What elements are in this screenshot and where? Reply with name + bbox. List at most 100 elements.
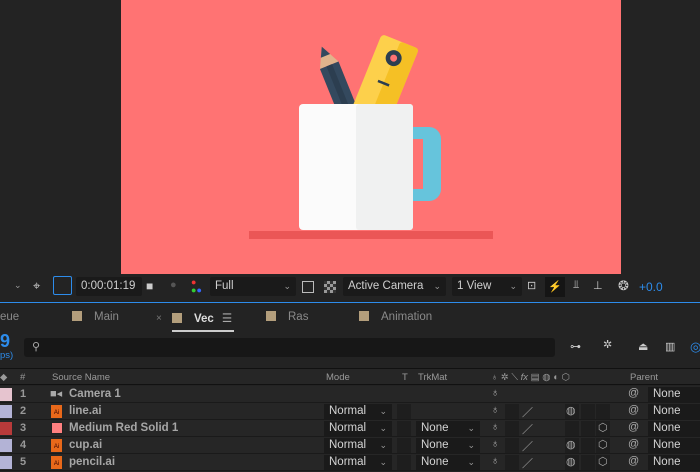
toggle-pixel-aspect-icon[interactable]: ⊡ [527,279,536,292]
chevron-down-icon: ⌄ [467,440,475,450]
track-matte-dropdown[interactable]: None ⌄ [416,455,480,470]
blend-mode-dropdown[interactable]: Normal ⌄ [324,455,392,470]
adjustment-switch[interactable] [581,438,595,453]
tab-main[interactable]: Main [72,311,119,323]
preserve-transparency-toggle[interactable] [397,455,411,470]
layer-name[interactable]: pencil.ai [69,456,115,468]
preserve-transparency-toggle[interactable] [397,421,411,436]
camera-snapshot-icon[interactable]: ■ [146,279,153,293]
reset-exposure-icon[interactable]: ❂ [618,278,629,294]
blend-mode-dropdown[interactable]: Normal ⌄ [324,404,392,419]
collapse-switch[interactable] [505,404,519,419]
layer-name[interactable]: Medium Red Solid 1 [69,422,178,434]
preserve-transparency-toggle[interactable] [397,404,411,419]
pick-whip-icon[interactable]: @ [628,455,639,467]
layer-row[interactable]: 1 ■◂ Camera 1 ♁ @ None [0,386,700,403]
pick-whip-icon[interactable]: @ [628,421,639,433]
tab-animation[interactable]: Animation [359,311,432,323]
composition-canvas[interactable] [121,0,621,274]
chevron-down-icon[interactable]: ⌄ [14,280,22,291]
quality-switch-icon[interactable]: ／ [522,455,533,471]
region-of-interest-icon[interactable]: ⌖ [33,278,40,294]
pick-whip-icon[interactable]: @ [628,438,639,450]
layer-row[interactable]: 5 Ai pencil.ai Normal ⌄ None ⌄ ♁ ／ ◍ ⬡ @ None [0,454,700,471]
layer-column-header: ◆ # Source Name Mode T TrkMat ♁ ✲ ⟍ fx ▤… [0,368,700,385]
frame-blending-icon[interactable]: ▥ [665,340,675,353]
camera-view-dropdown[interactable]: Active Camera ⌄ [343,277,446,296]
chevron-down-icon: ⌄ [283,281,291,291]
parent-dropdown[interactable]: None [648,404,700,419]
label-color[interactable] [0,388,12,401]
quality-switch-icon[interactable]: ／ [522,438,533,454]
resolution-dropdown[interactable]: Full ⌄ [210,277,296,296]
shy-switch-icon[interactable]: ♁ [491,455,499,467]
collapse-switch[interactable] [505,438,519,453]
layer-row[interactable]: 3 Medium Red Solid 1 Normal ⌄ None ⌄ ♁ ／ ⬡ @ N… [0,420,700,437]
preserve-transparency-toggle[interactable] [397,438,411,453]
adjustment-switch[interactable] [581,421,595,436]
layer-name[interactable]: cup.ai [69,439,102,451]
column-source-name[interactable]: Source Name [52,372,110,383]
track-matte-dropdown[interactable]: None ⌄ [416,421,480,436]
parent-dropdown[interactable]: None [648,455,700,470]
transparency-grid-icon[interactable] [324,281,336,293]
flowchart-icon[interactable]: ⊥ [593,279,603,292]
chevron-down-icon: ⌄ [379,406,387,416]
parent-dropdown[interactable]: None [648,387,700,402]
blend-mode-value: Normal [329,422,367,434]
show-snapshot-icon[interactable]: ● [170,279,177,291]
timeline-icon[interactable]: ⫫ [573,279,579,292]
quality-switch-icon[interactable]: ／ [522,421,533,437]
fast-previews-icon[interactable] [302,281,314,293]
layer-number: 2 [20,405,27,417]
parent-dropdown[interactable]: None [648,438,700,453]
tab-render-queue[interactable]: eue [0,311,19,323]
tab-ras[interactable]: Ras [266,311,308,323]
view-layout-dropdown[interactable]: 1 View ⌄ [452,277,522,296]
mask-visibility-icon[interactable] [53,276,72,295]
layer-row[interactable]: 4 Ai cup.ai Normal ⌄ None ⌄ ♁ ／ ◍ ⬡ @ None [0,437,700,454]
3d-cube-icon: ⬡ [598,456,608,468]
parent-value: None [653,405,681,417]
tab-menu-icon[interactable]: ☰ [222,313,232,325]
label-color[interactable] [0,422,12,435]
track-matte-dropdown[interactable]: None ⌄ [416,438,480,453]
layer-name[interactable]: line.ai [69,405,102,417]
close-tab-icon[interactable]: × [156,313,162,324]
fx-label: fx [520,372,529,383]
parent-dropdown[interactable]: None [648,421,700,436]
composition-viewer [0,0,700,274]
collapse-switch[interactable] [505,421,519,436]
layer-search-input[interactable]: ⚲ [24,338,555,357]
shy-switch-icon[interactable]: ♁ [491,438,499,450]
current-frame[interactable]: 9 [0,331,10,352]
adjustment-switch[interactable] [581,404,595,419]
pick-whip-icon[interactable]: @ [628,404,639,416]
label-color[interactable] [0,439,12,452]
layer-row[interactable]: 2 Ai line.ai Normal ⌄ ♁ ／ ◍ @ None [0,403,700,420]
collapse-switch[interactable] [505,455,519,470]
draft-3d-icon[interactable]: ✲ [603,338,612,351]
fast-draft-icon[interactable]: ⚡ [545,277,565,297]
resolution-value: Full [215,280,234,292]
motion-blur-icon[interactable]: ◎ [690,339,700,355]
3d-layer-switch[interactable] [596,404,610,419]
shy-switch-icon[interactable]: ♁ [491,404,499,416]
layer-name[interactable]: Camera 1 [69,388,121,400]
current-time-field[interactable]: 0:00:01:19 [76,277,142,296]
shy-layers-icon[interactable]: ⏏ [638,340,648,353]
quality-switch-icon[interactable]: ／ [522,404,533,420]
tab-vec[interactable]: Vec ☰ [172,311,235,332]
composition-flowchart-icon[interactable]: ⊶ [570,340,581,353]
shy-switch-icon[interactable]: ♁ [491,421,499,433]
pick-whip-icon[interactable]: @ [628,387,639,399]
exposure-value[interactable]: +0.0 [639,280,663,294]
motion-blur-switch[interactable] [565,421,579,436]
blend-mode-dropdown[interactable]: Normal ⌄ [324,438,392,453]
adjustment-switch[interactable] [581,455,595,470]
shy-switch-icon[interactable]: ♁ [491,387,499,399]
label-color[interactable] [0,456,12,469]
label-color[interactable] [0,405,12,418]
blend-mode-dropdown[interactable]: Normal ⌄ [324,421,392,436]
channel-icon[interactable]: ● ●● [191,278,202,295]
